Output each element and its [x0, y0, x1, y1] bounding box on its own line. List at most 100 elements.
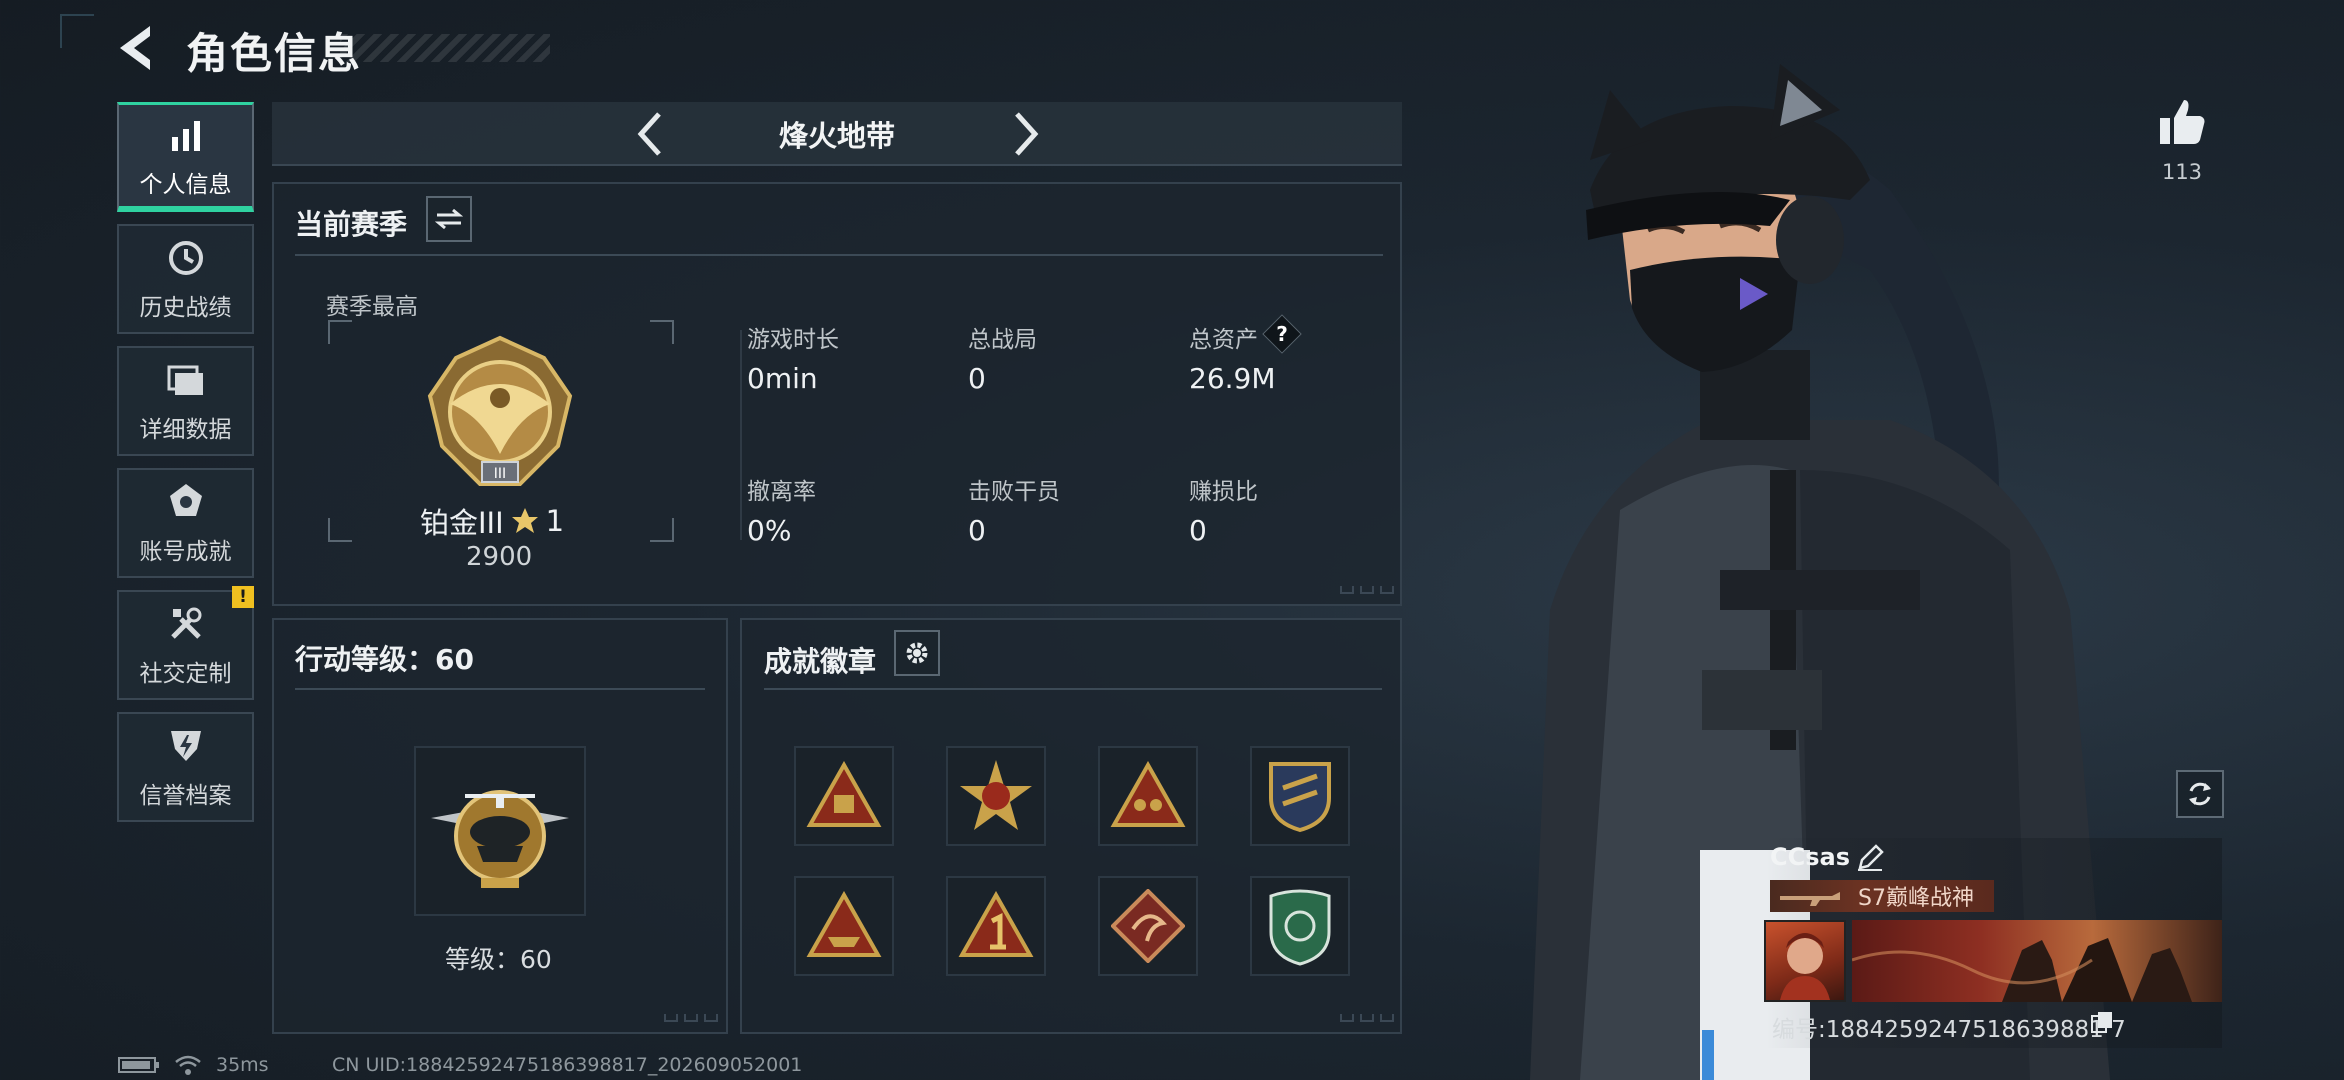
- sidebar-item-detailed-data[interactable]: 详细数据: [117, 346, 254, 456]
- tools-icon: [164, 602, 208, 646]
- frame-corner: [650, 518, 674, 542]
- credit-shield-icon: [164, 724, 208, 768]
- edit-name-button[interactable]: [1856, 844, 1884, 872]
- sidebar-item-label: 账号成就: [139, 539, 232, 565]
- action-level-title: 行动等级：60: [295, 643, 474, 676]
- rank-star-count: 1: [545, 504, 565, 538]
- folder-stack-icon: [164, 358, 208, 402]
- refresh-icon: [2189, 782, 2211, 806]
- battery-icon: [118, 1057, 159, 1073]
- panel-corner-decoration: [1340, 586, 1400, 598]
- wifi-icon: [175, 1055, 201, 1075]
- copy-id-button[interactable]: [2090, 1010, 2114, 1034]
- player-id-text: 编号:1884259247518639881 7: [1772, 1017, 2126, 1043]
- notification-badge: !: [232, 586, 254, 608]
- like-count: 113: [2161, 160, 2203, 184]
- stat-label-total-assets: 总资产: [1189, 327, 1258, 353]
- soldiers-banner-image: [1851, 938, 2192, 1002]
- chevron-right-icon: [1015, 112, 1039, 156]
- frame-corner: [328, 320, 352, 344]
- svg-text:III: III: [494, 466, 506, 482]
- mode-selector-bar: [272, 102, 1402, 166]
- back-arrow-icon: [120, 26, 150, 70]
- triangle-number-one-badge-icon: [958, 891, 1034, 957]
- sidebar-item-credit-record[interactable]: 信誉档案: [117, 712, 254, 822]
- achievement-badge[interactable]: [1098, 876, 1198, 976]
- avatar-portrait-icon: [1780, 933, 1830, 1000]
- sidebar-item-label: 信誉档案: [139, 783, 232, 809]
- rank-row: 铂金III 1: [420, 500, 564, 542]
- stat-label-operators-defeated: 击败干员: [968, 479, 1060, 505]
- season-best-label: 赛季最高: [326, 294, 418, 320]
- swap-arrows-icon: [435, 208, 463, 230]
- copy-icon: [2091, 1012, 2112, 1033]
- refresh-model-button[interactable]: [2176, 770, 2224, 818]
- achievement-badge[interactable]: [946, 746, 1046, 846]
- achievement-medal-icon: [164, 480, 208, 524]
- back-button[interactable]: [112, 22, 162, 74]
- rank-points: 2900: [466, 542, 533, 572]
- frame-corner: [328, 518, 352, 542]
- player-name: CCsas: [1770, 843, 1850, 871]
- sidebar-item-personal-info[interactable]: 个人信息: [117, 102, 254, 212]
- panel-corner-decoration: [1340, 1014, 1400, 1026]
- achievements-divider: [764, 688, 1382, 690]
- next-mode-button[interactable]: [1000, 108, 1052, 160]
- achievement-badge[interactable]: [1250, 746, 1350, 846]
- achievement-badge[interactable]: [794, 746, 894, 846]
- star-icon: [511, 508, 538, 533]
- triangle-team-badge-icon: [1110, 761, 1186, 827]
- player-id: 编号:1884259247518639881 7: [1772, 1010, 2126, 1044]
- like-button[interactable]: [2156, 96, 2208, 148]
- decorative-corner: [60, 14, 94, 48]
- pencil-icon: [1858, 844, 1884, 871]
- stat-value-total-matches: 0: [968, 362, 986, 395]
- stats-divider: [740, 330, 742, 540]
- stat-value-total-assets: 26.9M: [1189, 362, 1276, 395]
- status-bar: 35ms: [118, 1054, 269, 1076]
- sidebar-item-label: 历史战绩: [139, 295, 232, 321]
- season-title: 当前赛季: [295, 208, 408, 241]
- achievements-title: 成就徽章: [764, 645, 877, 678]
- season-switch-button[interactable]: [426, 196, 472, 242]
- helicopter-emblem-icon: [431, 790, 569, 888]
- history-clock-icon: [164, 236, 208, 280]
- rifle-icon: [1780, 892, 1840, 906]
- rank-name: 铂金III: [420, 506, 504, 540]
- green-crest-badge-icon: [1269, 889, 1331, 966]
- stat-label-extraction-rate: 撤离率: [747, 479, 816, 505]
- action-level-divider: [295, 688, 705, 690]
- page-title: 角色信息: [186, 29, 363, 78]
- rank-emblem-icon: III: [420, 334, 580, 492]
- sidebar-item-label: 个人信息: [139, 171, 232, 198]
- achievements-settings-button[interactable]: [894, 630, 940, 676]
- achievement-badge[interactable]: [794, 876, 894, 976]
- panel-corner-decoration: [664, 1014, 724, 1026]
- triangle-ship-badge-icon: [806, 891, 882, 957]
- uid-text: CN UID:18842592475186398817_202609052001: [332, 1054, 803, 1076]
- stat-value-profit-ratio: 0: [1189, 514, 1207, 547]
- prev-mode-button[interactable]: [624, 108, 676, 160]
- stat-value-extraction-rate: 0%: [747, 514, 792, 547]
- gear-icon: [906, 642, 928, 664]
- thumbs-up-icon: [2160, 100, 2205, 144]
- star-cross-badge-icon: [960, 760, 1032, 830]
- bar-chart-icon: [164, 113, 208, 157]
- triangle-crate-badge-icon: [806, 761, 882, 827]
- action-level-text: 等级：60: [445, 945, 552, 974]
- achievement-badge[interactable]: [946, 876, 1046, 976]
- sidebar-item-history[interactable]: 历史战绩: [117, 224, 254, 334]
- player-title: S7巅峰战神: [1858, 886, 1974, 911]
- stat-label-total-matches: 总战局: [968, 327, 1037, 353]
- player-avatar[interactable]: [1764, 920, 1846, 1002]
- chevron-left-icon: [637, 112, 661, 156]
- sidebar-item-achievements[interactable]: 账号成就: [117, 468, 254, 578]
- shield-badge-icon: [1269, 762, 1331, 833]
- achievement-badge[interactable]: [1098, 746, 1198, 846]
- sidebar-item-label: 社交定制: [139, 661, 232, 687]
- achievement-badge[interactable]: [1250, 876, 1350, 976]
- action-level-emblem-frame: [414, 746, 586, 916]
- diamond-dragon-badge-icon: [1111, 889, 1185, 963]
- stat-value-operators-defeated: 0: [968, 514, 986, 547]
- stat-value-playtime: 0min: [747, 362, 818, 395]
